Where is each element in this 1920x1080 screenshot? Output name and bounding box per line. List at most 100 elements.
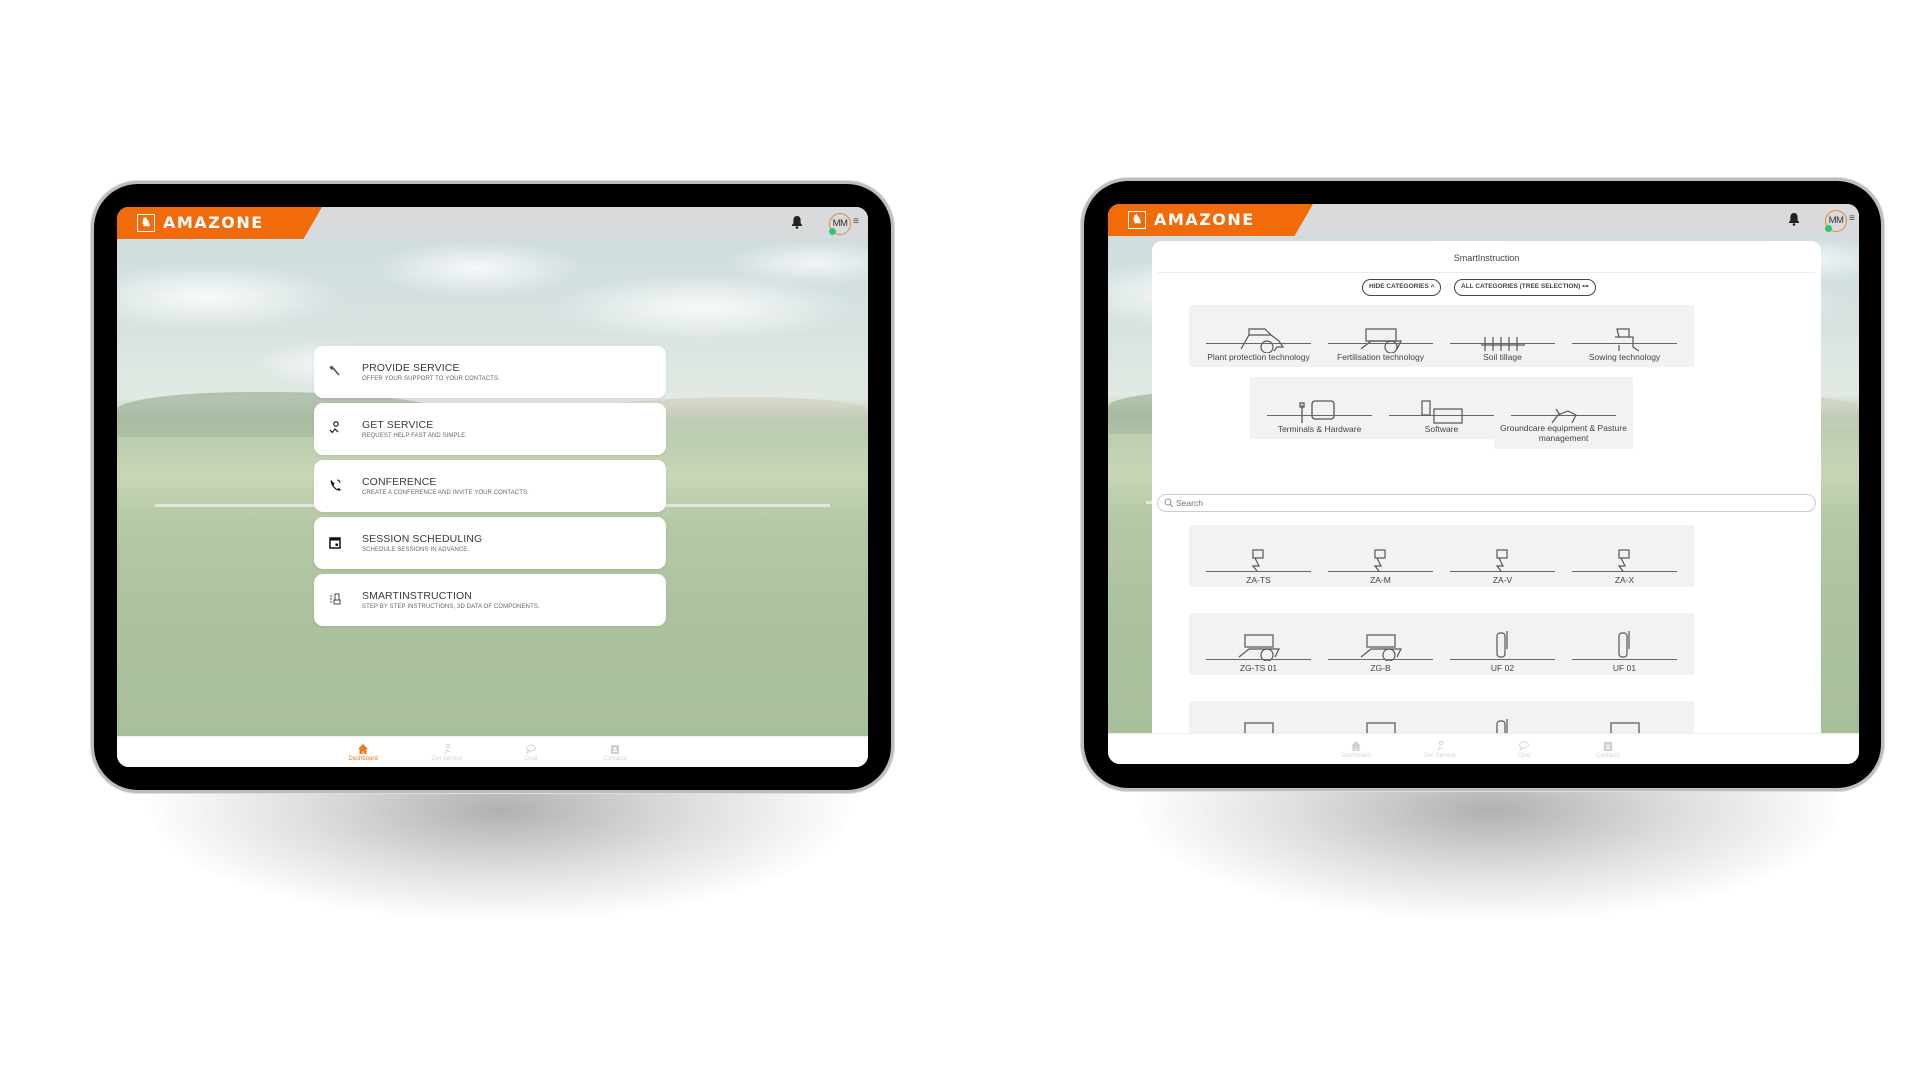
product-tile[interactable]: UF 01 <box>1555 613 1694 675</box>
product-tile[interactable]: ZA-M <box>1311 525 1450 587</box>
product-tile[interactable]: ZA-X <box>1555 525 1694 587</box>
category-tile[interactable]: Terminals & Hardware <box>1250 377 1389 439</box>
user-avatar[interactable]: MM <box>829 213 851 235</box>
contact-card-icon <box>611 745 619 754</box>
search-input[interactable] <box>1176 496 1676 510</box>
ground-line <box>1450 659 1555 660</box>
amazone-logo[interactable]: ♞ AMAZONE <box>117 207 322 239</box>
product-tile[interactable] <box>1433 701 1572 733</box>
product-illustration-icon <box>1618 631 1630 658</box>
card-subtitle: OFFER YOUR SUPPORT TO YOUR CONTACTS. <box>362 376 500 382</box>
nav-chat[interactable]: Chat <box>501 743 561 762</box>
product-tile[interactable] <box>1311 701 1450 733</box>
nav-get-service[interactable]: Get Service <box>417 743 477 762</box>
nav-dashboard[interactable]: Dashboard <box>333 743 393 762</box>
ground-line <box>1267 415 1372 416</box>
calendar-icon <box>329 537 341 549</box>
nav-label: Chat <box>1517 753 1531 759</box>
card-subtitle: STEP BY STEP INSTRUCTIONS, 3D DATA OF CO… <box>362 604 540 610</box>
card-conference[interactable]: CONFERENCE CREATE A CONFERENCE AND INVIT… <box>314 460 666 512</box>
product-label: UF 02 <box>1490 663 1515 673</box>
card-session-scheduling[interactable]: SESSION SCHEDULING SCHEDULE SESSIONS IN … <box>314 517 666 569</box>
product-illustration-icon <box>1617 549 1630 572</box>
nav-chat[interactable]: Chat <box>1494 740 1554 759</box>
card-get-service[interactable]: GET SERVICE REQUEST HELP FAST AND SIMPLE… <box>314 403 666 455</box>
category-tile[interactable]: Plant protection technology <box>1189 305 1328 367</box>
bell-icon[interactable] <box>1788 212 1800 226</box>
category-tile[interactable]: Fertilisation technology <box>1311 305 1450 367</box>
smartinstruction-panel: SmartInstruction HIDE CATEGORIES ˄ ALL C… <box>1152 241 1821 733</box>
nav-label: Dashboard <box>348 756 378 762</box>
bottom-navigation: Dashboard Get Service Chat Contacts <box>117 736 868 767</box>
card-subtitle: CREATE A CONFERENCE AND INVITE YOUR CONT… <box>362 490 529 496</box>
product-illustration-icon <box>1360 634 1402 661</box>
ground-line <box>1572 343 1677 344</box>
category-tile[interactable]: Soil tillage <box>1433 305 1572 367</box>
amazone-logo[interactable]: ♞ AMAZONE <box>1108 204 1313 236</box>
contact-card-icon <box>1604 742 1612 751</box>
hide-categories-button[interactable]: HIDE CATEGORIES ˄ <box>1362 279 1442 296</box>
hamburger-icon[interactable]: ≡ <box>853 217 861 227</box>
product-tile[interactable]: ZA-V <box>1433 525 1572 587</box>
ground-line <box>1511 415 1616 416</box>
person-support-icon <box>444 743 451 755</box>
avatar-initials: MM <box>1828 215 1844 226</box>
product-label: ZG-TS 01 <box>1239 663 1278 673</box>
category-tile[interactable]: Groundcare equipment & Pasture managemen… <box>1494 377 1633 449</box>
online-status-dot <box>1825 225 1832 232</box>
product-tile[interactable] <box>1189 701 1328 733</box>
card-title: SESSION SCHEDULING <box>362 533 483 545</box>
button-label: ALL CATEGORIES (TREE SELECTION) <box>1461 283 1581 290</box>
wrench-icon <box>329 365 340 376</box>
product-illustration-icon <box>1610 722 1640 733</box>
product-illustration-icon <box>1251 549 1264 572</box>
product-tile[interactable]: ZG-B <box>1311 613 1450 675</box>
card-smartinstruction[interactable]: SMARTINSTRUCTION STEP BY STEP INSTRUCTIO… <box>314 574 666 626</box>
category-label: Fertilisation technology <box>1337 352 1424 362</box>
app-header: ♞ AMAZONE MM ≡ <box>1108 204 1859 236</box>
product-tile[interactable]: ZG-TS 01 <box>1189 613 1328 675</box>
home-icon <box>1351 741 1361 751</box>
product-tile[interactable]: UF 02 <box>1433 613 1572 675</box>
chat-bubble-icon <box>526 744 536 755</box>
bell-icon[interactable] <box>791 215 803 229</box>
search-field[interactable] <box>1157 494 1816 512</box>
chat-bubble-icon <box>1519 741 1529 752</box>
category-label: Sowing technology <box>1588 352 1661 362</box>
bottom-navigation: Dashboard Get Service Chat Contacts <box>1108 733 1859 764</box>
deer-logo-icon: ♞ <box>137 214 155 232</box>
phone-icon <box>330 479 341 491</box>
nav-contacts[interactable]: Contacts <box>585 743 645 762</box>
category-label: Groundcare equipment & Pasture managemen… <box>1500 423 1627 443</box>
card-provide-service[interactable]: PROVIDE SERVICE OFFER YOUR SUPPORT TO YO… <box>314 346 666 398</box>
product-label: ZG-B <box>1370 663 1391 673</box>
deer-logo-icon: ♞ <box>1128 211 1146 229</box>
ground-line <box>1572 659 1677 660</box>
nav-label: Contacts <box>603 756 627 762</box>
smartinstruction-screen: ♞ AMAZONE MM ≡ SmartInstruction HIDE CAT… <box>1108 204 1859 764</box>
nav-contacts[interactable]: Contacts <box>1578 740 1638 759</box>
card-title: PROVIDE SERVICE <box>362 362 460 374</box>
card-title: SMARTINSTRUCTION <box>362 590 472 602</box>
ground-line <box>1572 571 1677 572</box>
nav-dashboard[interactable]: Dashboard <box>1326 740 1386 759</box>
ground-line <box>1450 571 1555 572</box>
ground-line <box>1389 415 1494 416</box>
person-support-icon <box>329 421 339 434</box>
product-illustration-icon <box>1496 719 1508 733</box>
nav-get-service[interactable]: Get Service <box>1410 740 1470 759</box>
nav-label: Get Service <box>431 756 463 762</box>
divider <box>1158 272 1815 273</box>
tree-selection-button[interactable]: ALL CATEGORIES (TREE SELECTION) ⊶ <box>1454 279 1596 296</box>
category-tile[interactable]: Sowing technology <box>1555 305 1694 367</box>
product-illustration-icon <box>1244 722 1274 733</box>
category-tile[interactable]: Software <box>1372 377 1511 439</box>
product-tile[interactable] <box>1555 701 1694 733</box>
card-title: GET SERVICE <box>362 419 434 431</box>
user-avatar[interactable]: MM <box>1825 210 1847 232</box>
ground-line <box>1206 571 1311 572</box>
product-tile[interactable]: ZA-TS <box>1189 525 1328 587</box>
home-icon <box>358 744 368 754</box>
hamburger-icon[interactable]: ≡ <box>1849 214 1857 224</box>
category-illustration-icon <box>1240 328 1285 353</box>
